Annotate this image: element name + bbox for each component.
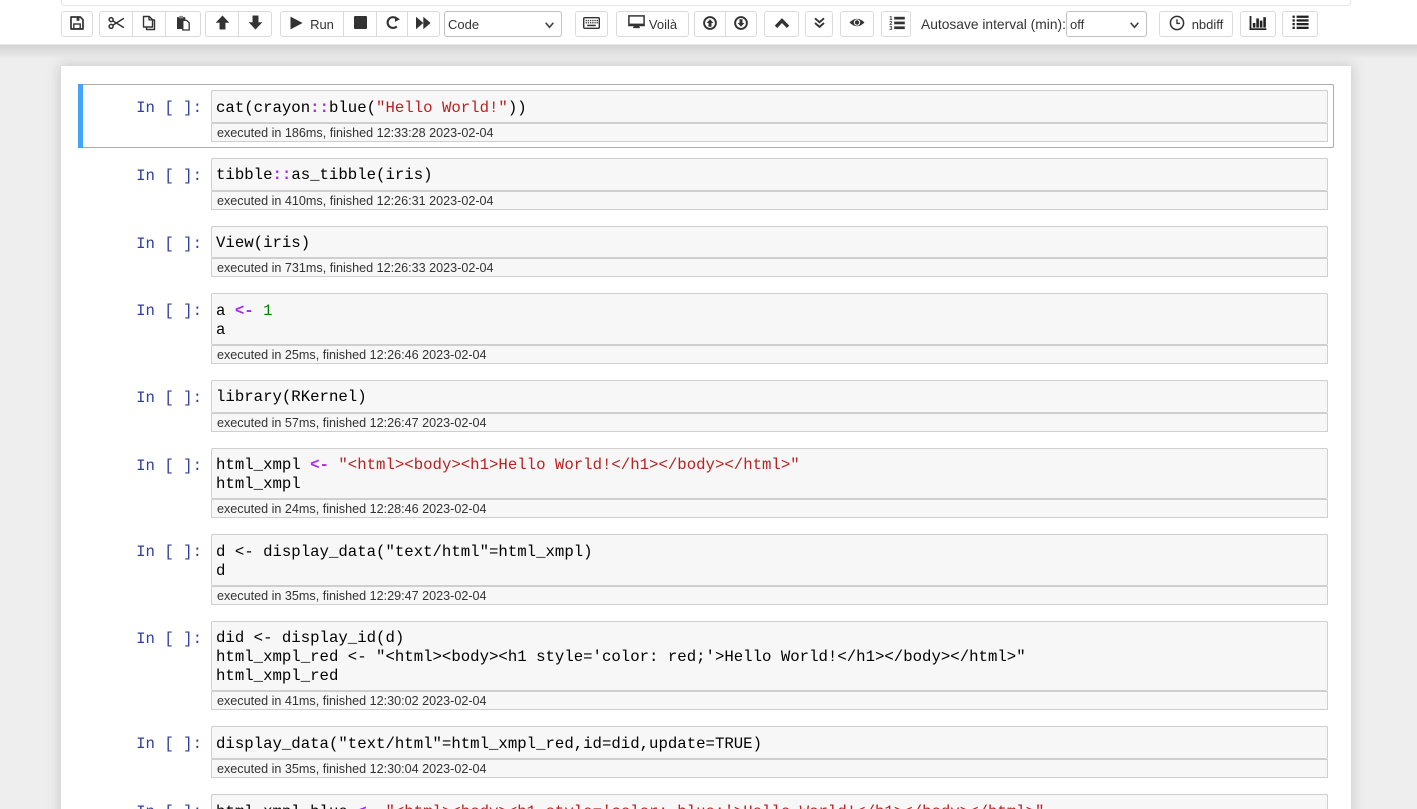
svg-text:3: 3 xyxy=(889,26,893,31)
